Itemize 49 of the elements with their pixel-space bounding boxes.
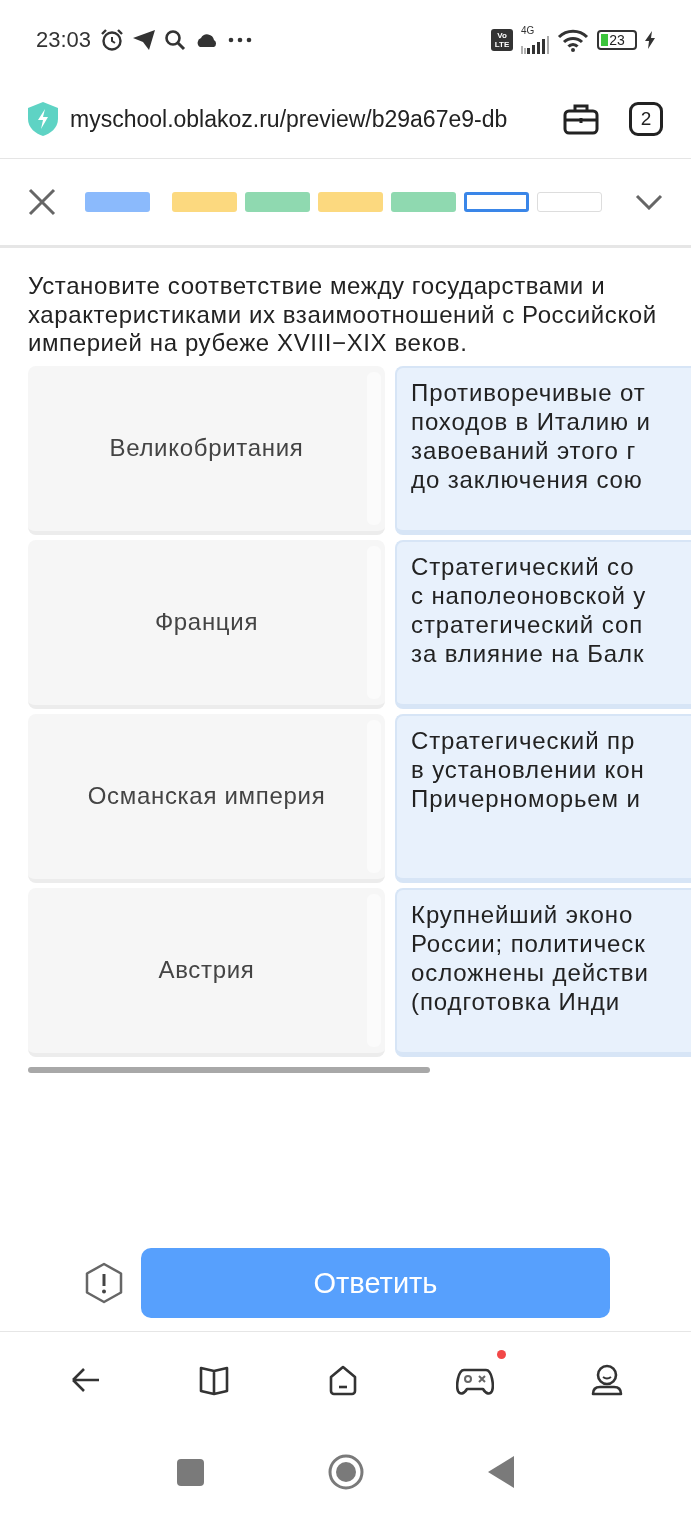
- alarm-icon: [100, 28, 125, 52]
- card-text-line: Стратегический пр: [411, 725, 637, 755]
- card-text-line: осложнены действи: [411, 957, 650, 987]
- recents-icon[interactable]: [177, 1458, 204, 1486]
- send-icon: [133, 30, 156, 50]
- card-text-line: завоеваний этого г: [411, 435, 638, 465]
- more-icon: [228, 37, 253, 43]
- card-text-line: походов в Италию и: [411, 406, 652, 436]
- state-name: Османская империя: [87, 782, 326, 810]
- state-name: Австрия: [158, 956, 255, 984]
- characteristic-card[interactable]: Крупнейший эконо России; политическ осложнены действи (подготовка Инди: [395, 887, 691, 1057]
- home-circle-icon[interactable]: [328, 1454, 364, 1490]
- network-type-label: 4G: [521, 26, 535, 36]
- card-text-line: Крупнейший эконо: [411, 899, 635, 929]
- question-text: Установите соответствие между государствами и характеристиками их взаимоотношений с Российской империей на рубеже XVIII−XIX веков.: [28, 272, 658, 358]
- tab-count-button[interactable]: 2: [629, 102, 663, 136]
- clock-time: 23:03: [36, 27, 92, 53]
- progress-segment[interactable]: [464, 192, 529, 212]
- volte-badge: Vo LTE: [491, 29, 513, 51]
- chevron-down-icon[interactable]: [635, 194, 663, 210]
- card-text-line: с наполеоновской у: [411, 580, 648, 610]
- battery-indicator: 23: [597, 30, 637, 50]
- briefcase-icon[interactable]: [563, 103, 599, 135]
- shield-icon: [28, 102, 58, 136]
- characteristic-card[interactable]: Стратегический пр в установлении кон Причерноморьем и: [395, 713, 691, 883]
- card-text-line: (подготовка Инди: [411, 986, 622, 1016]
- close-icon[interactable]: [28, 188, 56, 216]
- report-icon[interactable]: [83, 1262, 125, 1304]
- charging-icon: [645, 31, 655, 49]
- url-text[interactable]: myschool.oblakoz.ru/preview/b29a67e9-db: [70, 105, 551, 133]
- characteristic-card[interactable]: Противоречивые от походов в Италию и завоеваний этого г до заключения сою: [395, 365, 691, 535]
- back-triangle-icon[interactable]: [488, 1456, 514, 1488]
- card-text-line: до заключения сою: [411, 464, 644, 494]
- card-text-line: за влияние на Балк: [411, 638, 646, 668]
- characteristic-card[interactable]: Стратегический со с наполеоновской у стратегический соп за влияние на Балк: [395, 539, 691, 709]
- card-text-line: Причерноморьем и: [411, 783, 642, 813]
- card-text-line: России; политическ: [411, 928, 647, 958]
- card-text-line: стратегический соп: [411, 609, 645, 639]
- search-icon: [164, 29, 187, 51]
- book-icon[interactable]: [197, 1364, 230, 1396]
- wifi-icon: [557, 28, 589, 52]
- state-name: Великобритания: [109, 434, 304, 462]
- card-text-line: Стратегический со: [411, 551, 636, 581]
- card-text-line: Противоречивые от: [411, 377, 647, 407]
- scrollbar[interactable]: [28, 1066, 430, 1073]
- state-name: Франция: [154, 608, 259, 636]
- card-text-line: в установлении кон: [411, 754, 646, 784]
- profile-icon[interactable]: [590, 1364, 623, 1396]
- signal-icon: [521, 36, 549, 54]
